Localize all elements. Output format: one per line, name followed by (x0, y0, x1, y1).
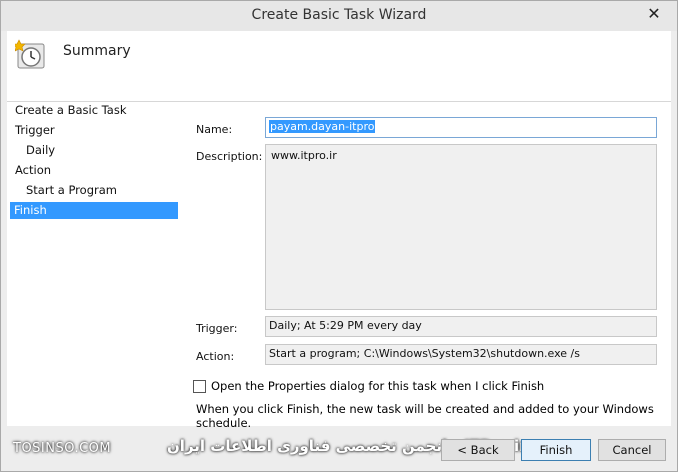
back-button[interactable]: < Back (441, 439, 515, 461)
name-value: payam.dayan-itpro (269, 120, 376, 133)
open-properties-checkbox[interactable] (193, 380, 206, 393)
step-trigger[interactable]: Trigger (15, 122, 55, 139)
description-label: Description: (196, 150, 263, 163)
wizard-content: Create a Basic Task Trigger Daily Action… (7, 102, 671, 430)
name-label: Name: (196, 123, 233, 136)
finish-button[interactable]: Finish (521, 439, 591, 461)
wizard-footer: TOSINSO.COM ITPro.ir - انجمن تخصصی فناور… (1, 427, 677, 471)
action-label: Action: (196, 350, 235, 363)
step-daily[interactable]: Daily (26, 142, 55, 159)
clock-task-icon (15, 39, 45, 69)
wizard-header: Summary (7, 31, 671, 102)
name-field[interactable]: payam.dayan-itpro (265, 117, 657, 138)
description-field[interactable]: www.itpro.ir (265, 144, 657, 310)
close-icon: ✕ (647, 4, 661, 23)
step-action[interactable]: Action (15, 162, 51, 179)
wizard-window: Create Basic Task Wizard ✕ Summary Creat… (0, 0, 678, 472)
window-title: Create Basic Task Wizard (251, 7, 427, 23)
step-start-a-program[interactable]: Start a Program (26, 182, 117, 199)
title-bar: Create Basic Task Wizard ✕ (1, 1, 677, 31)
finish-info-text: When you click Finish, the new task will… (196, 402, 654, 430)
cancel-button[interactable]: Cancel (598, 439, 666, 461)
watermark-tosinso: TOSINSO.COM (13, 441, 112, 456)
trigger-label: Trigger: (196, 322, 238, 335)
step-finish[interactable]: Finish (10, 202, 178, 219)
step-create-basic-task[interactable]: Create a Basic Task (15, 102, 127, 119)
close-button[interactable]: ✕ (641, 4, 667, 24)
action-field: Start a program; C:\Windows\System32\shu… (265, 344, 657, 365)
page-title: Summary (63, 43, 131, 59)
open-properties-label[interactable]: Open the Properties dialog for this task… (211, 379, 544, 393)
trigger-field: Daily; At 5:29 PM every day (265, 316, 657, 337)
